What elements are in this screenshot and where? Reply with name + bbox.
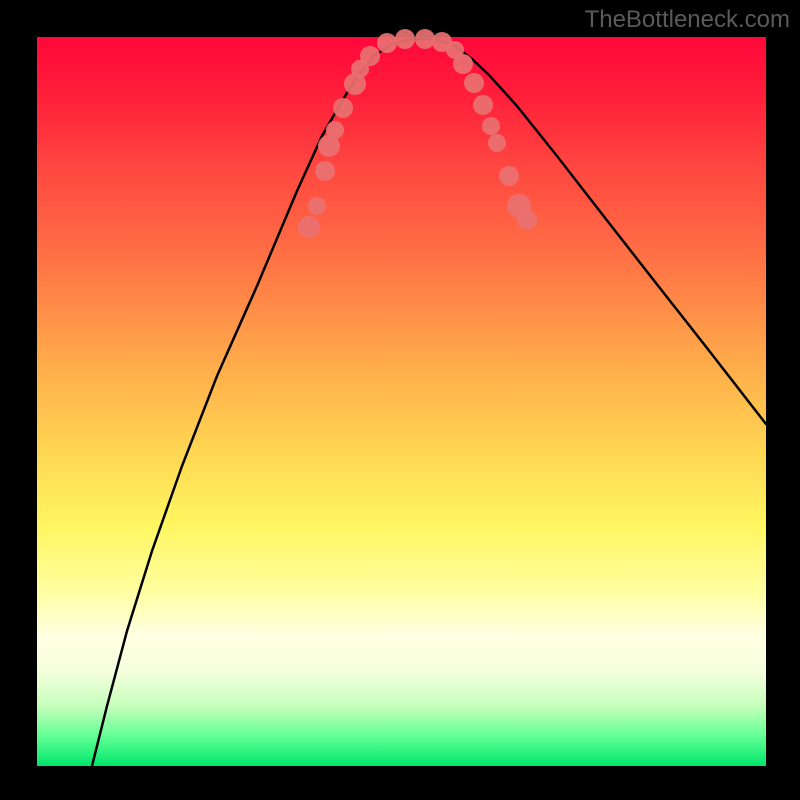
scatter-dot bbox=[315, 161, 335, 181]
chart-svg bbox=[37, 37, 766, 766]
scatter-dot bbox=[482, 117, 500, 135]
watermark-text: TheBottleneck.com bbox=[585, 6, 790, 34]
scatter-dot bbox=[298, 216, 320, 238]
scatter-dots bbox=[298, 29, 537, 238]
scatter-dot bbox=[473, 95, 493, 115]
scatter-dot bbox=[360, 46, 380, 66]
scatter-dot bbox=[464, 73, 484, 93]
scatter-dot bbox=[377, 33, 397, 53]
scatter-dot bbox=[415, 29, 435, 49]
scatter-dot bbox=[395, 29, 415, 49]
scatter-dot bbox=[333, 98, 353, 118]
scatter-dot bbox=[326, 121, 344, 139]
scatter-dot bbox=[517, 210, 537, 230]
scatter-dot bbox=[453, 54, 473, 74]
scatter-dot bbox=[488, 134, 506, 152]
scatter-dot bbox=[499, 166, 519, 186]
v-curve bbox=[92, 39, 766, 766]
scatter-dot bbox=[308, 197, 326, 215]
